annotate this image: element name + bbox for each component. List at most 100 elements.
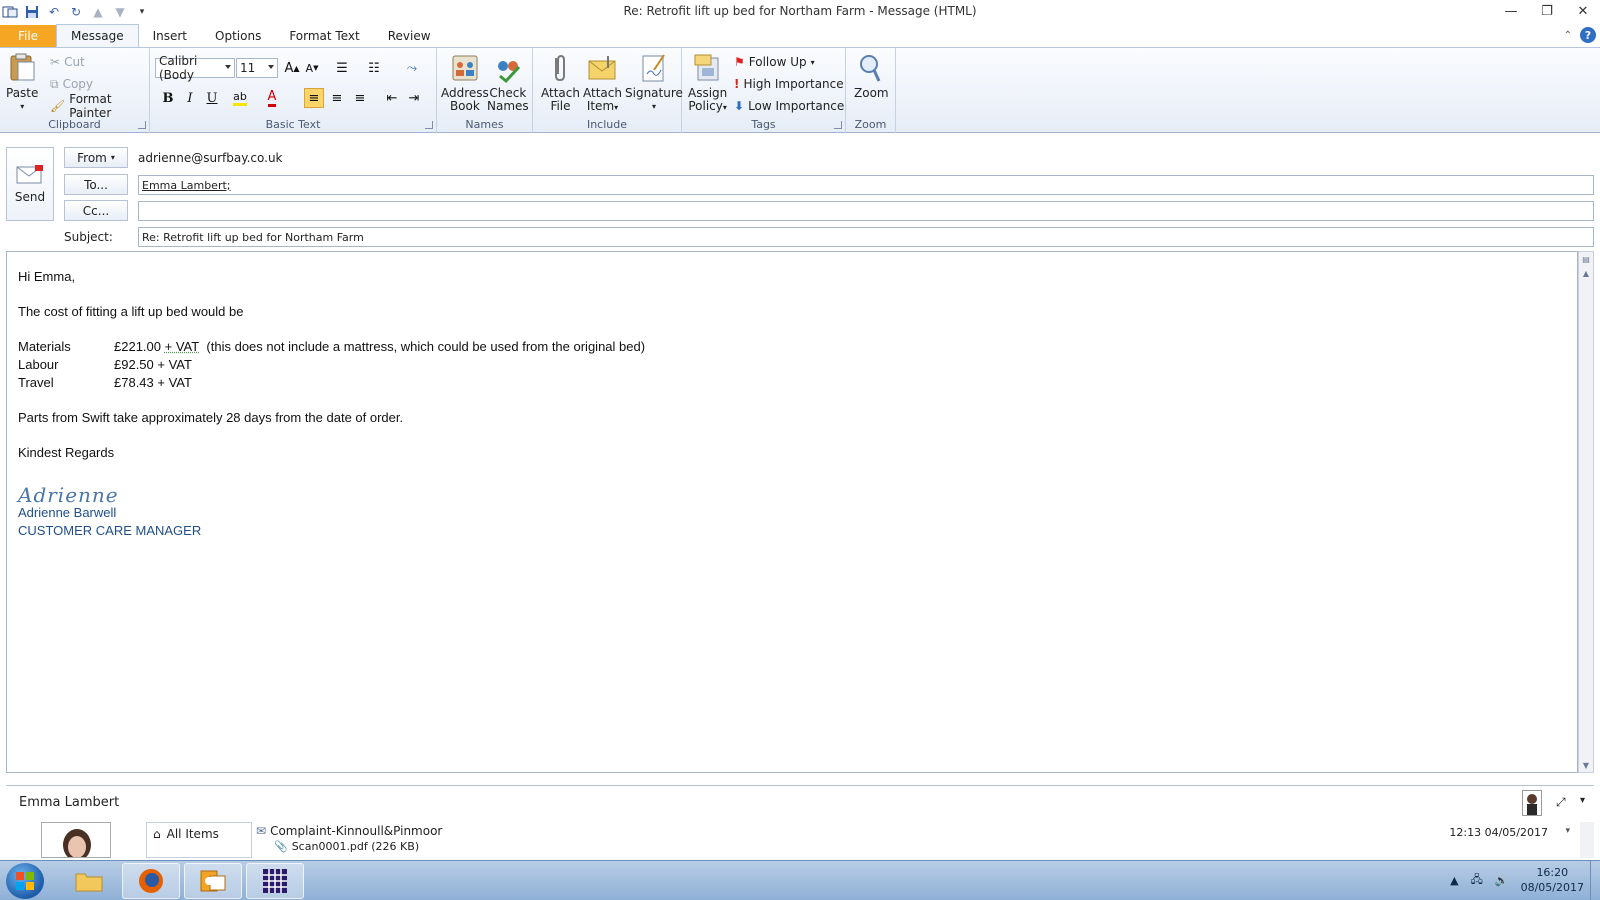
check-names-button[interactable]: Check Names <box>487 52 529 113</box>
tags-launcher-icon[interactable] <box>834 121 842 129</box>
customize-qat-icon[interactable]: ▾ <box>134 4 150 20</box>
item-timestamp: 12:13 04/05/2017 <box>1449 826 1548 839</box>
to-field[interactable]: Emma Lambert; <box>138 175 1594 195</box>
attachment-item[interactable]: 📎 Scan0001.pdf (226 KB) <box>274 840 419 853</box>
high-importance-button[interactable]: ! High Importance <box>734 75 844 93</box>
assign-policy-button[interactable]: Assign Policy▾ <box>688 52 727 114</box>
bullets-button[interactable]: ☰ <box>332 58 352 78</box>
low-importance-button[interactable]: ⬇ Low Importance <box>734 97 844 115</box>
basic-text-launcher-icon[interactable] <box>425 121 433 129</box>
numbering-button[interactable]: ☷ <box>364 58 384 78</box>
copy-button[interactable]: ⧉ Copy <box>50 75 93 93</box>
home-icon: ⌂ <box>153 827 161 841</box>
outlook-app-icon <box>200 870 226 892</box>
scroll-down-icon[interactable]: ▼ <box>1579 758 1593 772</box>
signature-button[interactable]: Signature ▾ <box>625 52 683 113</box>
chevron-down-icon[interactable]: ▾ <box>1565 826 1570 836</box>
show-hidden-icons-icon[interactable]: ▲ <box>1450 874 1458 887</box>
shrink-font-button[interactable]: A ▼ <box>302 58 322 78</box>
styles-icon[interactable]: ⤳ <box>402 58 422 78</box>
all-items-filter[interactable]: ⌂ All Items <box>147 823 251 845</box>
taskbar-firefox[interactable] <box>122 863 180 899</box>
format-painter-button[interactable]: 🖌 Format Painter <box>50 92 149 120</box>
tab-format-text[interactable]: Format Text <box>275 25 373 47</box>
scroll-up-icon[interactable]: ▲ <box>1579 266 1593 280</box>
restore-icon[interactable]: ❐ <box>1536 2 1558 20</box>
people-pane-scrollbar[interactable] <box>1580 822 1594 858</box>
subject-field[interactable]: Re: Retrofit lift up bed for Northam Far… <box>138 227 1594 247</box>
align-center-button[interactable]: ≡ <box>327 88 347 108</box>
taskbar-app-grid[interactable] <box>246 863 304 899</box>
tab-message[interactable]: Message <box>56 24 139 47</box>
ruler-icon[interactable]: ▤ <box>1579 252 1593 266</box>
font-color-icon[interactable]: A <box>262 88 282 108</box>
paintbrush-icon: 🖌 <box>50 99 66 113</box>
cost-row: Labour £92.50 + VAT <box>18 357 192 372</box>
cc-button[interactable]: Cc... <box>64 200 128 221</box>
paste-button[interactable]: Paste ▾ <box>6 52 38 113</box>
recipient-emma-lambert[interactable]: Emma Lambert; <box>142 179 231 192</box>
taskbar-outlook[interactable] <box>184 863 242 899</box>
close-icon[interactable]: ✕ <box>1572 2 1594 20</box>
exclamation-icon: ! <box>734 77 740 91</box>
send-button[interactable]: Send <box>6 147 54 221</box>
basic-text-group-label: Basic Text <box>265 118 321 131</box>
taskbar: ▲ 🖧 🔊 16:20 08/05/2017 <box>0 860 1600 900</box>
attach-item-button[interactable]: Attach Item▾ <box>583 52 622 114</box>
chevron-down-icon[interactable]: ▾ <box>1580 795 1585 806</box>
align-left-button[interactable]: ≡ <box>304 88 324 108</box>
start-button[interactable] <box>6 863 44 899</box>
font-size-combo[interactable]: 11 <box>236 58 278 78</box>
people-pane-folder-tree[interactable]: ⌂ All Items <box>146 822 252 858</box>
font-name-combo[interactable]: Calibri (Body <box>155 54 235 82</box>
to-button[interactable]: To... <box>64 174 128 195</box>
minimize-ribbon-icon[interactable]: ⌃ <box>1564 30 1572 41</box>
network-icon[interactable]: 🖧 <box>1471 871 1483 890</box>
minimize-icon[interactable]: — <box>1500 2 1522 20</box>
tab-options[interactable]: Options <box>201 25 275 47</box>
help-icon[interactable]: ? <box>1580 27 1596 43</box>
taskbar-explorer[interactable] <box>60 863 118 899</box>
save-icon[interactable] <box>24 4 40 20</box>
people-pane-items: ✉ Complaint-Kinnoull&Pinmoor 📎 Scan0001.pd… <box>252 822 1582 858</box>
show-desktop-button[interactable] <box>1590 861 1600 900</box>
undo-icon[interactable]: ↶ <box>46 4 62 20</box>
tab-review[interactable]: Review <box>374 25 445 47</box>
folder-icon <box>75 873 103 892</box>
highlight-icon[interactable]: ab <box>230 88 250 108</box>
redo-icon[interactable]: ↻ <box>68 4 84 20</box>
address-book-button[interactable]: Address Book <box>441 52 489 113</box>
italic-button[interactable]: I <box>180 88 200 108</box>
grow-font-button[interactable]: A ▲ <box>282 58 302 78</box>
cost-row: Materials £221.00 + VAT (this does not i… <box>18 339 646 354</box>
list-item[interactable]: ✉ Complaint-Kinnoull&Pinmoor <box>256 824 442 838</box>
zoom-button[interactable]: Zoom <box>854 52 889 100</box>
cc-field[interactable] <box>138 201 1594 221</box>
message-body[interactable]: Hi Emma, The cost of fitting a lift up b… <box>6 251 1578 773</box>
policy-icon <box>694 54 719 81</box>
outlook-icon[interactable] <box>2 4 18 20</box>
tab-file[interactable]: File <box>0 25 56 47</box>
align-right-button[interactable]: ≡ <box>350 88 370 108</box>
signature-icon <box>642 54 665 82</box>
basic-text-group: Calibri (Body 11 A ▲ A ▼ ☰ ☷ ⤳ B I U ab A … <box>150 48 437 133</box>
contact-thumbnail-avatar[interactable] <box>1522 790 1542 816</box>
underline-button[interactable]: U <box>202 88 222 108</box>
people-pane-divider[interactable] <box>6 785 1594 787</box>
system-tray: ▲ 🖧 🔊 16:20 08/05/2017 <box>1450 865 1584 895</box>
bold-button[interactable]: B <box>158 88 178 108</box>
cut-button[interactable]: ✂ Cut <box>50 53 85 71</box>
increase-indent-button[interactable]: ⇥ <box>404 88 424 108</box>
body-scrollbar[interactable]: ▤ ▲ ▼ <box>1578 251 1594 773</box>
tab-insert[interactable]: Insert <box>139 25 201 47</box>
up-arrow-icon[interactable]: ▲ <box>90 4 106 20</box>
from-button[interactable]: From ▾ <box>64 147 128 168</box>
clock[interactable]: 16:20 08/05/2017 <box>1521 865 1584 895</box>
expand-pane-icon[interactable]: ⤢ <box>1556 795 1566 810</box>
down-arrow-icon[interactable]: ▼ <box>112 4 128 20</box>
clipboard-launcher-icon[interactable] <box>138 121 146 129</box>
follow-up-button[interactable]: ⚑ Follow Up ▾ <box>734 53 815 71</box>
volume-icon[interactable]: 🔊 <box>1495 874 1509 887</box>
attach-file-button[interactable]: Attach File <box>541 52 580 113</box>
decrease-indent-button[interactable]: ⇤ <box>382 88 402 108</box>
